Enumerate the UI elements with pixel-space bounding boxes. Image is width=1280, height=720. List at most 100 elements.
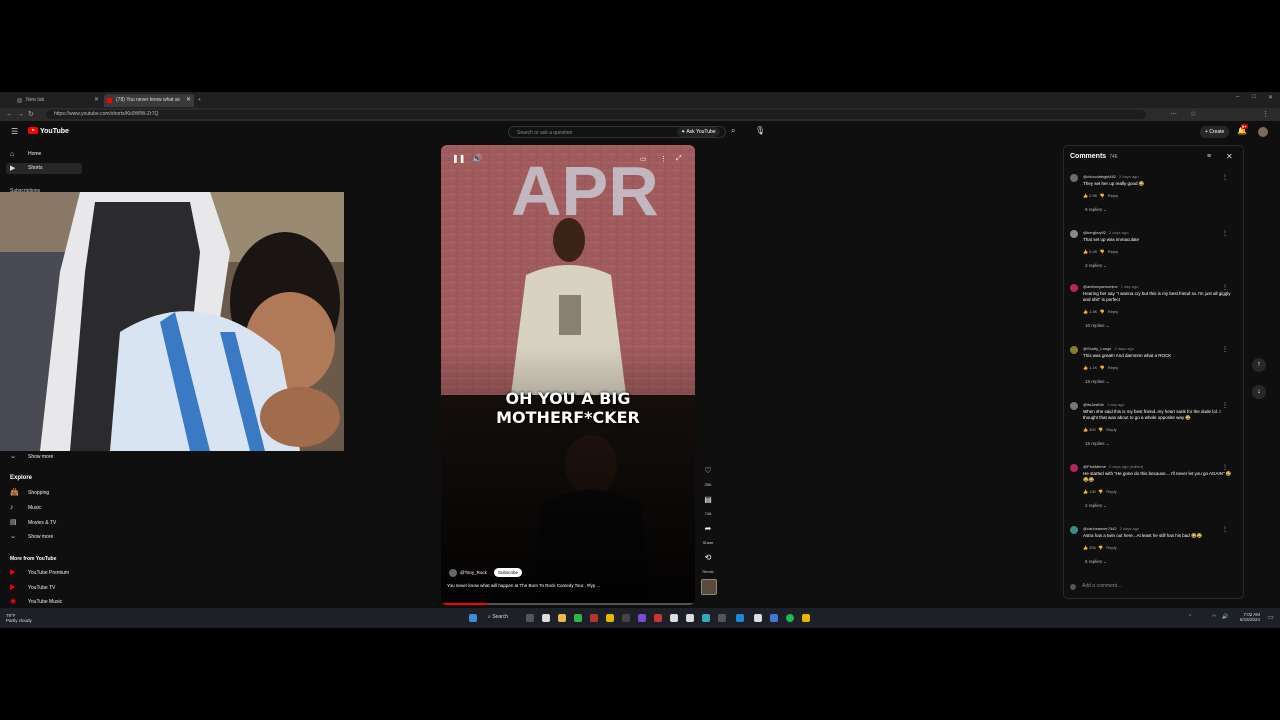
app-icon[interactable] [622, 614, 630, 622]
wifi-icon[interactable]: ◠ [1212, 614, 1216, 620]
comment-reply-button[interactable]: Reply [1108, 365, 1118, 370]
commenter-avatar[interactable] [1070, 464, 1078, 472]
close-icon[interactable]: ✕ [1226, 152, 1233, 161]
system-tray-chevron-icon[interactable]: ⌃ [1188, 614, 1192, 620]
edge-browser-icon[interactable] [736, 614, 744, 622]
taskbar-clock[interactable]: 7:02 AM 6/15/2024 [1240, 612, 1260, 622]
comment-dislike-icon[interactable]: 👎 [1098, 427, 1103, 432]
app-icon[interactable] [542, 614, 550, 622]
tab-new-tab[interactable]: New tab ✕ [14, 94, 102, 107]
comment-reply-button[interactable]: Reply [1106, 545, 1116, 550]
extensions-icon[interactable]: ⋯ [1170, 110, 1177, 119]
comment-reply-button[interactable]: Reply [1106, 427, 1116, 432]
commenter-avatar[interactable] [1070, 284, 1078, 292]
comment-replies-toggle[interactable]: 18 replies ⌄ [1085, 379, 1110, 385]
microphone-icon[interactable]: 🎙 [755, 126, 765, 135]
bookmark-star-icon[interactable]: ☆ [1190, 110, 1196, 119]
youtube-logo[interactable]: YouTube [28, 127, 69, 135]
reload-icon[interactable]: ↻ [28, 110, 34, 119]
volume-icon[interactable]: 🔊 [472, 154, 482, 163]
comment-dislike-icon[interactable]: 👎 [1100, 249, 1105, 254]
whatsapp-icon[interactable] [574, 614, 582, 622]
app-icon[interactable] [606, 614, 614, 622]
ask-youtube-button[interactable]: ✦ Ask YouTube [677, 127, 720, 137]
commenter-avatar[interactable] [1070, 174, 1078, 182]
comment-like-icon[interactable]: 👍 [1083, 545, 1088, 550]
app-icon[interactable] [590, 614, 598, 622]
sidebar-item-shorts[interactable]: ▶ Shorts [6, 163, 82, 174]
app-icon[interactable] [718, 614, 726, 622]
subscribe-button[interactable]: Subscribe [494, 568, 523, 577]
comment-more-icon[interactable]: ⋮ [1222, 464, 1228, 471]
commenter-avatar[interactable] [1070, 230, 1078, 238]
sidebar-item-premium[interactable]: ▶ YouTube Premium [6, 568, 82, 578]
search-icon[interactable]: ⌕ [731, 126, 735, 136]
comment-more-icon[interactable]: ⋮ [1222, 346, 1228, 353]
comment-author[interactable]: @PinkMeme 2 days ago (edited) [1083, 464, 1143, 469]
comment-more-icon[interactable]: ⋮ [1222, 526, 1228, 533]
file-explorer-icon[interactable] [558, 614, 566, 622]
comment-dislike-icon[interactable]: 👎 [1100, 365, 1105, 370]
commenter-avatar[interactable] [1070, 526, 1078, 534]
more-options-icon[interactable]: ⋮ [660, 155, 667, 163]
comment-reply-button[interactable]: Reply [1108, 249, 1118, 254]
comment-author[interactable]: @Scotty_Longz 2 days ago [1083, 346, 1134, 351]
comment-more-icon[interactable]: ⋮ [1222, 174, 1228, 181]
comment-author[interactable]: @chocolatsgirl482 2 days ago [1083, 174, 1139, 179]
notifications-bell-icon[interactable]: 🔔 9+ [1237, 124, 1248, 135]
show-more-explore[interactable]: ⌄ Show more [6, 532, 82, 542]
forward-icon[interactable]: → [17, 110, 24, 119]
new-tab-button[interactable]: + [196, 94, 206, 107]
channel-name[interactable]: @Tony_Rock [460, 570, 487, 575]
comment-like-icon[interactable]: 👍 [1083, 489, 1088, 494]
browser-menu-icon[interactable]: ⋮ [1262, 110, 1269, 119]
comment-dislike-icon[interactable]: 👎 [1100, 193, 1105, 198]
app-icon[interactable] [654, 614, 662, 622]
app-icon[interactable] [770, 614, 778, 622]
commenter-avatar[interactable] [1070, 346, 1078, 354]
comment-replies-toggle[interactable]: 2 replies ⌄ [1085, 503, 1107, 509]
sidebar-item-music[interactable]: ♪ Music [6, 503, 82, 513]
taskbar-search[interactable]: ⌕ Search [488, 614, 508, 620]
spotify-icon[interactable] [786, 614, 794, 622]
comment-dislike-icon[interactable]: 👎 [1098, 545, 1103, 550]
app-icon[interactable] [638, 614, 646, 622]
account-avatar[interactable] [1258, 127, 1268, 137]
comment-replies-toggle[interactable]: 3 replies ⌄ [1085, 263, 1107, 269]
comment-author[interactable]: @itsJustMe 1 day ago [1083, 402, 1125, 407]
commenter-avatar[interactable] [1070, 402, 1078, 410]
video-progress-bar[interactable] [441, 603, 695, 605]
comment-replies-toggle[interactable]: 10 replies ⌄ [1085, 323, 1110, 329]
next-short-button[interactable]: ↓ [1252, 385, 1266, 399]
comment-reply-button[interactable]: Reply [1108, 193, 1118, 198]
channel-avatar[interactable] [449, 569, 457, 577]
comment-like-icon[interactable]: 👍 [1083, 309, 1088, 314]
sidebar-item-tv[interactable]: ▶ YouTube TV [6, 583, 82, 593]
comment-like-icon[interactable]: 👍 [1083, 249, 1088, 254]
app-icon[interactable] [670, 614, 678, 622]
sidebar-item-shopping[interactable]: 👜 Shopping [6, 488, 82, 498]
sidebar-item-home[interactable]: ⌂ Home [6, 149, 82, 160]
notification-center-icon[interactable]: ▭ [1268, 614, 1274, 621]
comment-reply-button[interactable]: Reply [1106, 489, 1116, 494]
weather-widget[interactable]: 79°F Partly cloudy [6, 613, 32, 623]
app-icon[interactable] [686, 614, 694, 622]
comment-dislike-icon[interactable]: 👎 [1098, 489, 1103, 494]
close-tab-icon[interactable]: ✕ [186, 94, 191, 107]
sidebar-item-movies[interactable]: ▤ Movies & TV [6, 518, 82, 528]
fullscreen-icon[interactable]: ⤢ [676, 155, 682, 163]
comment-dislike-icon[interactable]: 👎 [1100, 309, 1105, 314]
app-icon[interactable] [802, 614, 810, 622]
comment-author[interactable]: @bergboy92 2 days ago [1083, 230, 1129, 235]
comment-more-icon[interactable]: ⋮ [1222, 284, 1228, 291]
create-button[interactable]: + Create [1200, 126, 1230, 138]
url-field[interactable]: https://www.youtube.com/shorts/Kk9WfW-Zr… [46, 110, 1146, 119]
close-window-icon[interactable]: ✕ [1268, 94, 1273, 101]
comment-more-icon[interactable]: ⋮ [1222, 402, 1228, 409]
short-video-player[interactable]: APR OH YOU A BIG MOTHERF*CKER ❚❚ 🔊 ▭ ⋮ ⤢… [441, 145, 695, 605]
add-comment-input[interactable]: Add a comment... [1082, 583, 1121, 589]
comment-reply-button[interactable]: Reply [1108, 309, 1118, 314]
show-more-subscriptions[interactable]: ⌄ Show more [6, 452, 82, 462]
pause-icon[interactable]: ❚❚ [452, 154, 465, 163]
previous-short-button[interactable]: ↑ [1252, 358, 1266, 372]
